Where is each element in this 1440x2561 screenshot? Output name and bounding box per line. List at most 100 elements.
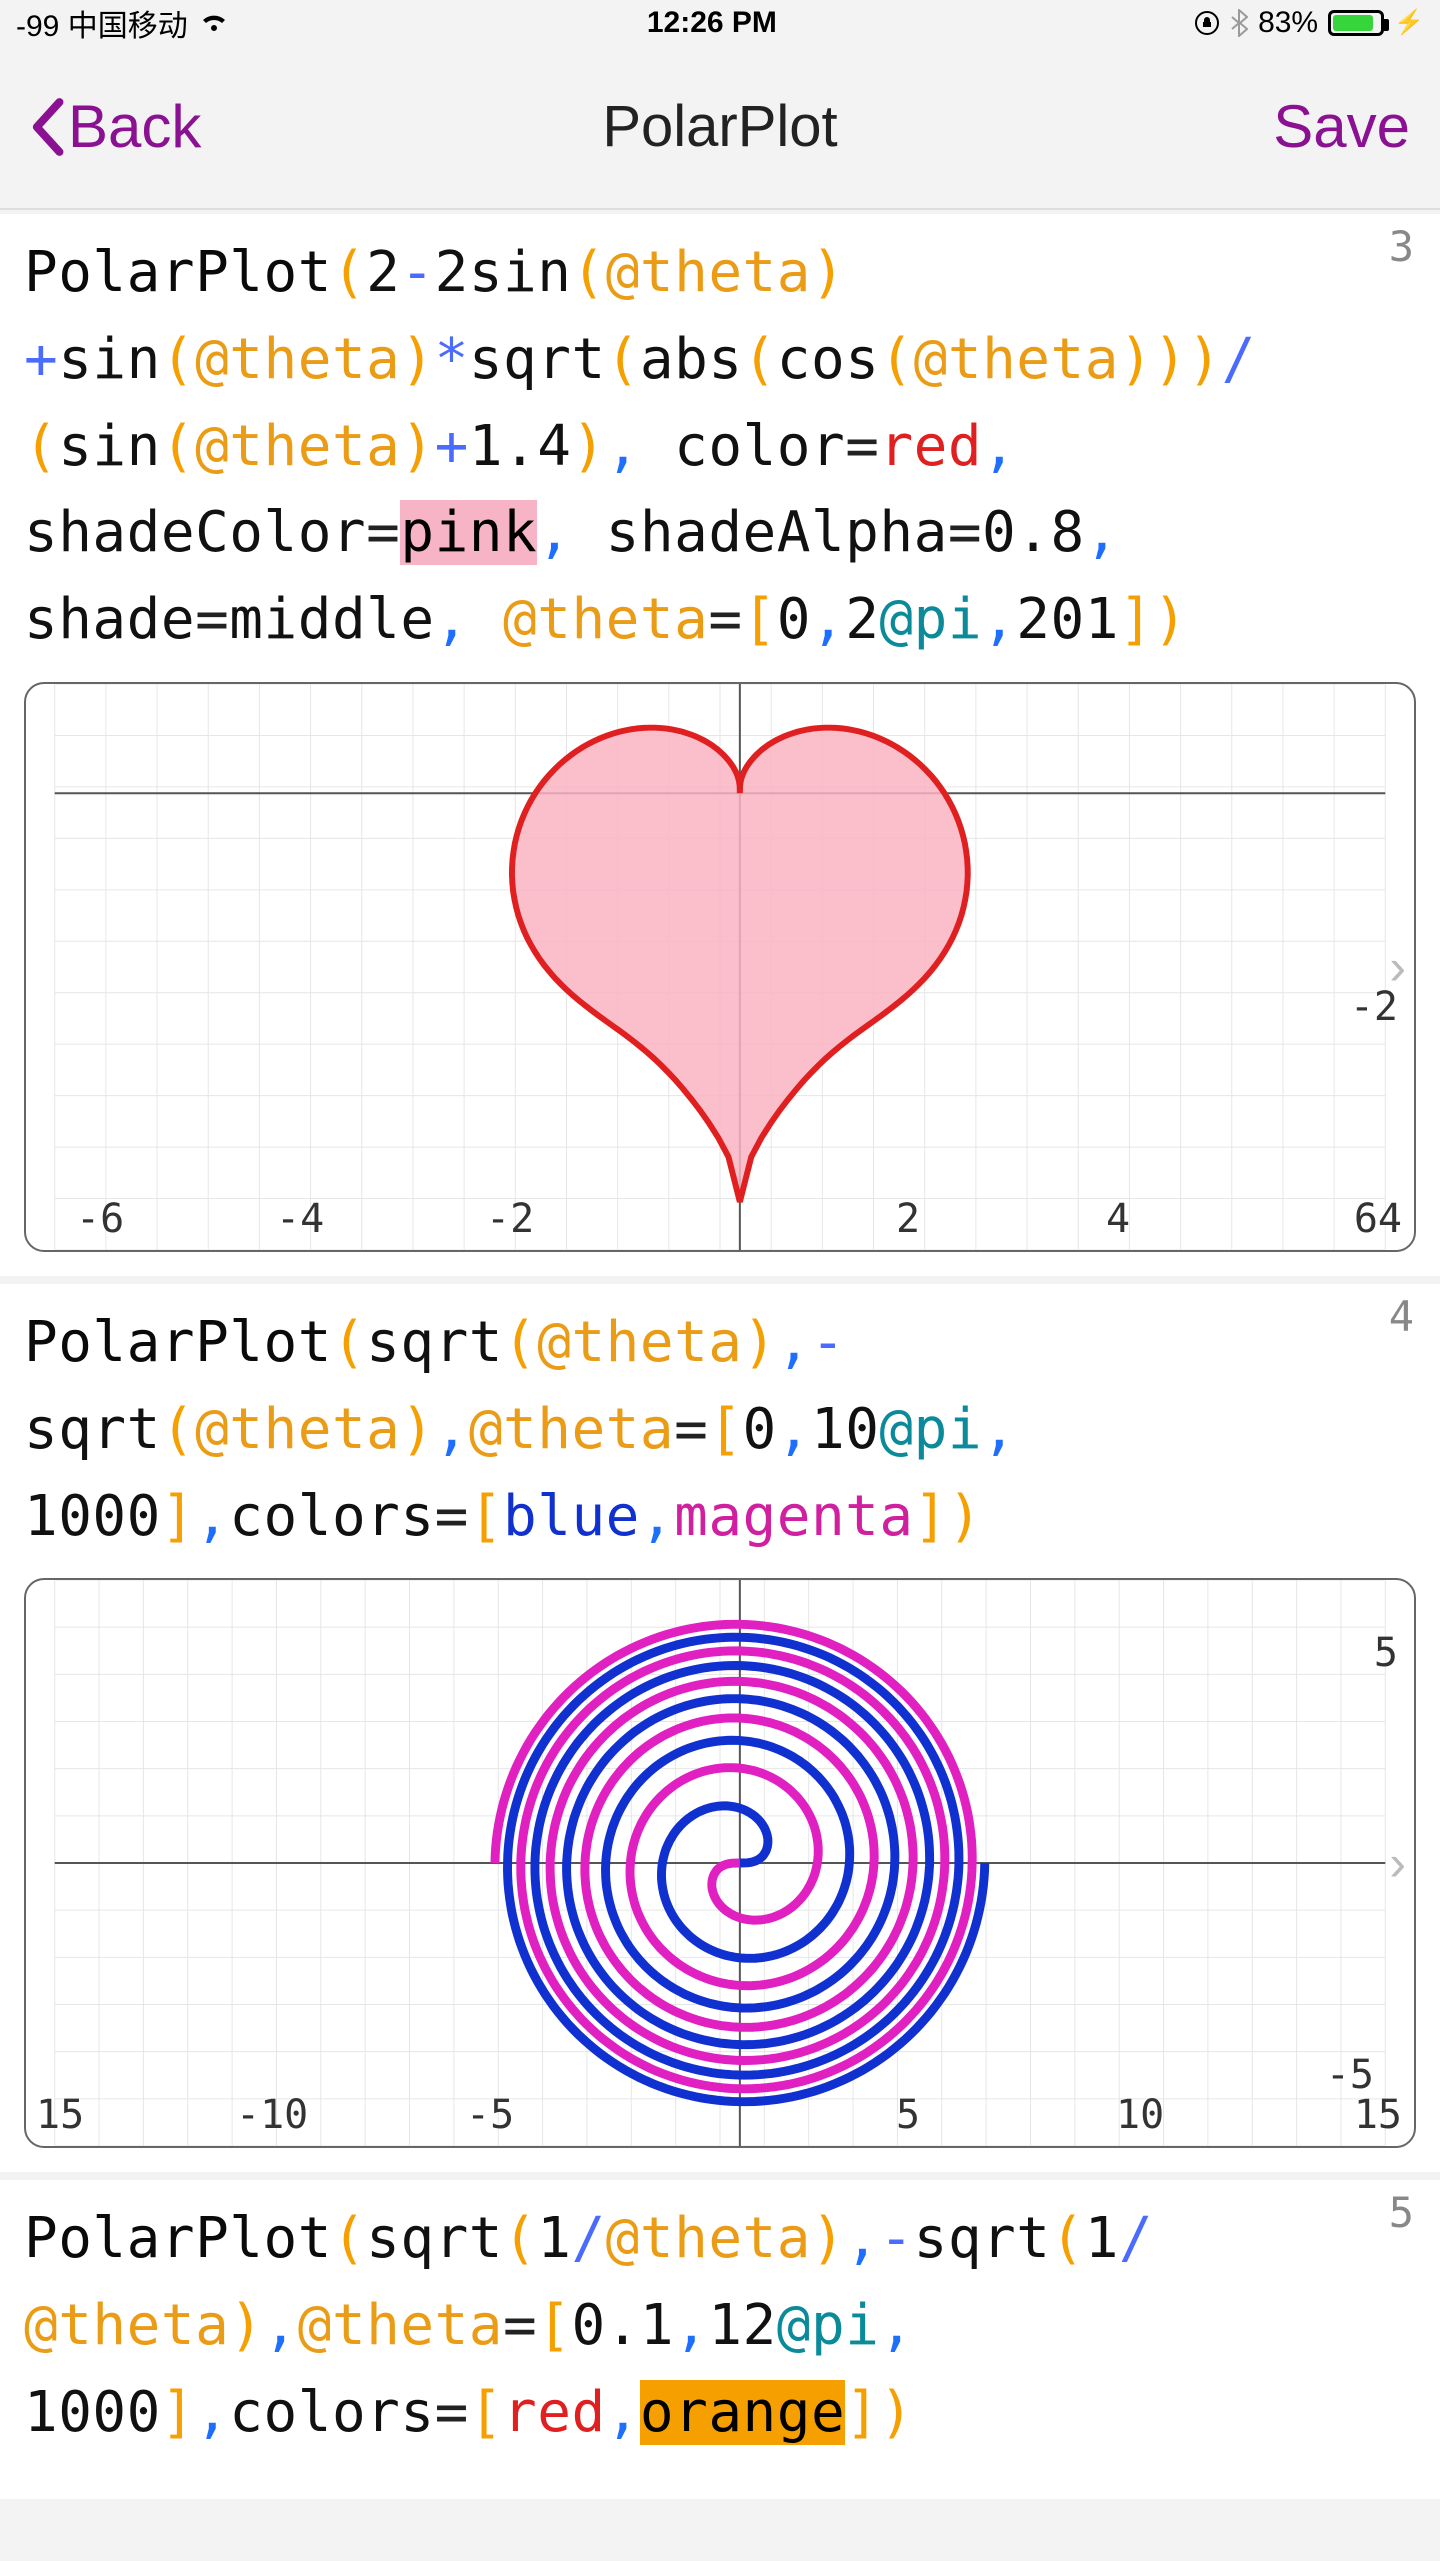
tok-comma: , xyxy=(845,2206,879,2271)
plot-canvas xyxy=(26,684,1414,1250)
tok-theta: @theta xyxy=(606,240,811,305)
tok-num: 12 xyxy=(708,2293,776,2358)
save-button[interactable]: Save xyxy=(1273,92,1410,161)
tok-color: blue xyxy=(503,1484,640,1549)
tok-lp: ( xyxy=(1050,2206,1084,2271)
cell-code[interactable]: PolarPlot(sqrt(@theta),- sqrt(@theta),@t… xyxy=(24,1300,1416,1560)
cell-index: 3 xyxy=(1389,222,1414,271)
cell-code[interactable]: PolarPlot(2-2sin(@theta) +sin(@theta)*sq… xyxy=(24,230,1416,664)
tok-num: 201 xyxy=(1016,587,1119,652)
tok-rp: ) xyxy=(879,2380,913,2445)
tok-fn: sqrt xyxy=(914,2206,1051,2271)
tok-rbr: ] xyxy=(161,1484,195,1549)
tok-comma: , xyxy=(777,1397,811,1462)
tok-rp: ) xyxy=(1119,327,1153,392)
axis-tick: -2 xyxy=(486,1196,534,1242)
tok-comma: , xyxy=(435,587,503,652)
tok-comma: , xyxy=(640,1484,674,1549)
tok-rp: ) xyxy=(811,2206,845,2271)
chevron-left-icon xyxy=(30,97,64,157)
cell-5[interactable]: 5 PolarPlot(sqrt(1/@theta),-sqrt(1/ @the… xyxy=(0,2172,1440,2498)
tok-eq: = xyxy=(948,500,982,565)
tok-theta: @theta xyxy=(195,1397,400,1462)
chevron-right-icon[interactable]: › xyxy=(1389,1834,1406,1892)
tok-kw: colors xyxy=(229,1484,434,1549)
cell-code[interactable]: PolarPlot(sqrt(1/@theta),-sqrt(1/ @theta… xyxy=(24,2196,1416,2456)
tok-pi: @pi xyxy=(879,1397,982,1462)
tok-color: pink xyxy=(400,500,537,565)
tok-comma: , xyxy=(879,2293,913,2358)
tok-op: * xyxy=(435,327,469,392)
cell-4[interactable]: 4 PolarPlot(sqrt(@theta),- sqrt(@theta),… xyxy=(0,1276,1440,2172)
axis-tick: 15 xyxy=(36,2092,84,2138)
tok-rp: ) xyxy=(743,1310,777,1375)
status-bar: -99 中国移动 12:26 PM 83% ⚡ xyxy=(0,0,1440,45)
tok-fn: sqrt xyxy=(24,1397,161,1462)
axis-tick: 64 xyxy=(1354,1196,1402,1242)
nav-bar: Back PolarPlot Save xyxy=(0,45,1440,210)
wifi-icon xyxy=(198,11,230,35)
tok-num: 0.1 xyxy=(571,2293,674,2358)
tok-lbr: [ xyxy=(743,587,777,652)
tok-fn: PolarPlot xyxy=(24,2206,332,2271)
nav-title: PolarPlot xyxy=(0,93,1440,160)
tok-kw: shade xyxy=(24,587,195,652)
tok-lparen: ( xyxy=(332,240,366,305)
tok-lbr: [ xyxy=(708,1397,742,1462)
tok-rp: ) xyxy=(1187,327,1221,392)
content-scroll[interactable]: 3 PolarPlot(2-2sin(@theta) +sin(@theta)*… xyxy=(0,210,1440,2499)
tok-fn: PolarPlot xyxy=(24,1310,332,1375)
tok-lbr: [ xyxy=(469,1484,503,1549)
tok-kw: shadeColor xyxy=(24,500,366,565)
tok-eq: = xyxy=(195,587,229,652)
tok-op: + xyxy=(24,327,58,392)
tok-lp: ( xyxy=(24,414,58,479)
tok-eq: = xyxy=(435,1484,469,1549)
tok-rp: ) xyxy=(1153,587,1187,652)
battery-icon xyxy=(1328,10,1384,36)
tok-theta: @theta xyxy=(606,2206,811,2271)
tok-num: 1.4 xyxy=(469,414,572,479)
tok-theta: @theta xyxy=(24,2293,229,2358)
tok-num: 2 xyxy=(366,240,400,305)
back-button[interactable]: Back xyxy=(30,92,201,161)
tok-comma: , xyxy=(264,2293,298,2358)
tok-rp: ) xyxy=(1153,327,1187,392)
tok-fn: cos xyxy=(777,327,880,392)
tok-op: / xyxy=(1119,2206,1153,2271)
tok-rparen: ) xyxy=(811,240,845,305)
tok-comma: , xyxy=(606,414,674,479)
tok-pi: @pi xyxy=(777,2293,880,2358)
tok-fn: sqrt xyxy=(366,2206,503,2271)
tok-theta: @theta xyxy=(503,587,708,652)
axis-tick: 4 xyxy=(1106,1196,1130,1242)
tok-theta: @theta xyxy=(914,327,1119,392)
tok-fn: sin xyxy=(58,414,161,479)
tok-eq: = xyxy=(366,500,400,565)
tok-num: 1000 xyxy=(24,1484,161,1549)
tok-comma: , xyxy=(1085,500,1119,565)
cell-3[interactable]: 3 PolarPlot(2-2sin(@theta) +sin(@theta)*… xyxy=(0,210,1440,1276)
tok-lp: ( xyxy=(161,1397,195,1462)
plot-spiral[interactable]: › 5 15 -10 -5 5 10 -5 15 xyxy=(24,1578,1416,2148)
tok-kw: shadeAlpha xyxy=(606,500,948,565)
axis-tick: 2 xyxy=(896,1196,920,1242)
tok-op: - xyxy=(400,240,434,305)
tok-op: - xyxy=(879,2206,913,2271)
tok-rp: ) xyxy=(571,414,605,479)
plot-heart[interactable]: › -2 -6 -4 -2 2 4 64 xyxy=(24,682,1416,1252)
tok-comma: , xyxy=(435,1397,469,1462)
cell-index: 4 xyxy=(1389,1292,1414,1341)
charging-icon: ⚡ xyxy=(1394,8,1424,37)
tok-lp: ( xyxy=(503,2206,537,2271)
tok-lp: ( xyxy=(879,327,913,392)
tok-val: middle xyxy=(229,587,434,652)
tok-lparen: ( xyxy=(571,240,605,305)
tok-theta: @theta xyxy=(469,1397,674,1462)
tok-comma: , xyxy=(195,1484,229,1549)
tok-fn: sqrt xyxy=(469,327,606,392)
tok-color: red xyxy=(503,2380,606,2445)
tok-num: 1 xyxy=(537,2206,571,2271)
tok-fn: sin xyxy=(469,240,572,305)
battery-percent: 83% xyxy=(1258,6,1318,40)
